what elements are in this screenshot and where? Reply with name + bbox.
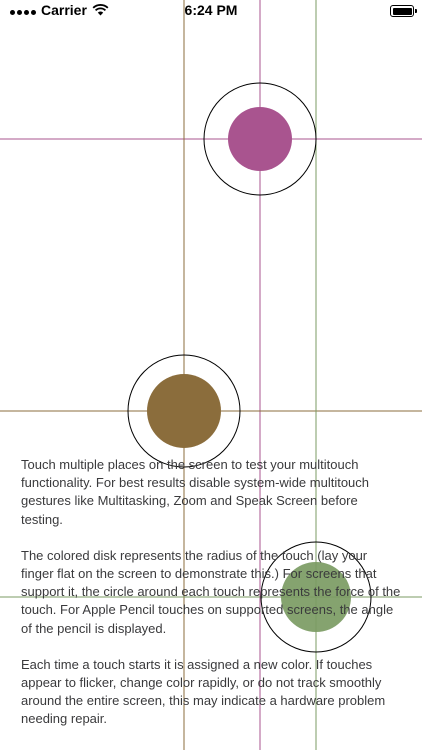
touch-2-radius-disk: [147, 374, 221, 448]
instructions-paragraph-3: Each time a touch starts it is assigned …: [21, 656, 386, 727]
battery-full-icon: [390, 5, 417, 17]
instructions-paragraph-1: Touch multiple places on the screen to t…: [21, 457, 370, 527]
touch-1-radius-disk: [228, 107, 292, 171]
instructions-text: Touch multiple places on the screen to t…: [21, 456, 403, 747]
instructions-paragraph-2: The colored disk represents the radius o…: [21, 547, 401, 636]
status-time: 6:24 PM: [184, 2, 238, 18]
status-bar: Carrier 6:24 PM: [0, 0, 422, 22]
